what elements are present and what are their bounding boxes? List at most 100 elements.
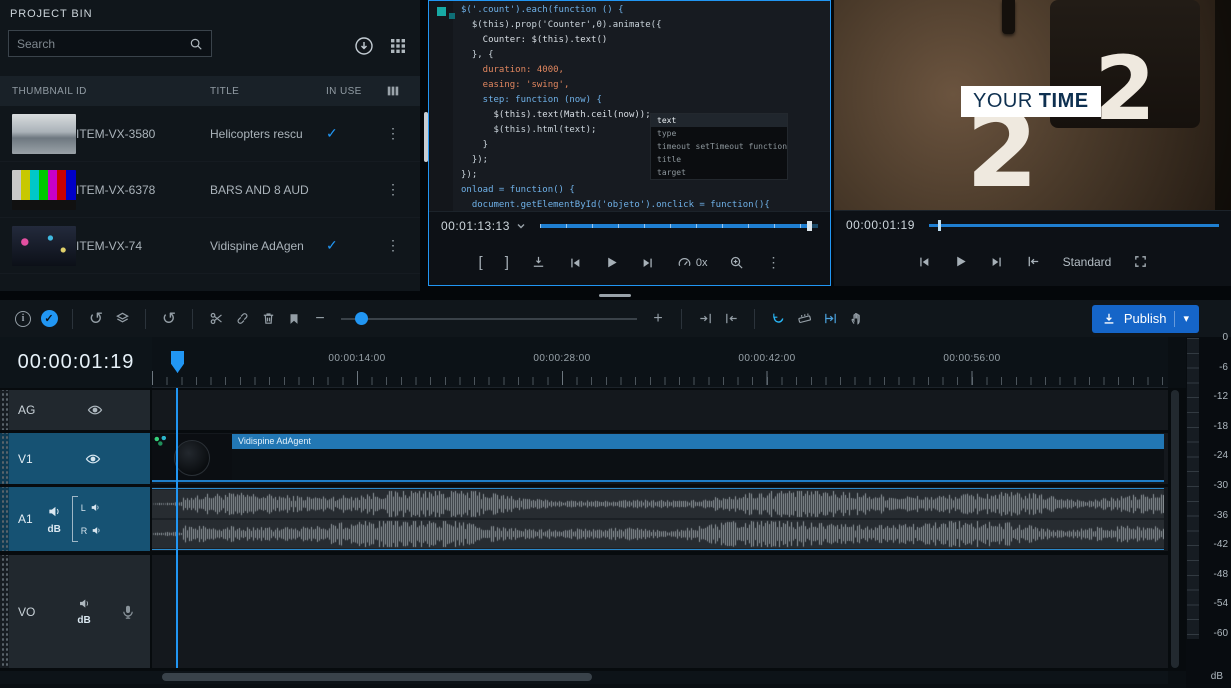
marker-button[interactable] bbox=[281, 307, 307, 331]
panel-divider[interactable] bbox=[0, 291, 1231, 300]
next-frame-button[interactable] bbox=[641, 256, 655, 270]
timeline-horizontal-scrollbar[interactable] bbox=[0, 671, 1168, 684]
channel-left-speaker-icon[interactable] bbox=[90, 502, 101, 513]
publish-caret-icon[interactable]: ▾ bbox=[1183, 312, 1189, 325]
track-label: AG bbox=[18, 403, 35, 417]
source-monitor: $('.count').each(function () { $(this).p… bbox=[428, 0, 831, 286]
track-vo-header[interactable]: VO dB bbox=[0, 555, 150, 668]
play-button[interactable] bbox=[953, 254, 968, 269]
ruler-major-ticks bbox=[152, 371, 1168, 385]
zoom-in-button[interactable] bbox=[729, 255, 744, 270]
microphone-icon[interactable] bbox=[120, 604, 136, 620]
clip-body bbox=[232, 449, 1164, 480]
column-in-use[interactable]: IN USE bbox=[326, 86, 378, 97]
playhead-marker[interactable] bbox=[171, 351, 184, 373]
track-vo-content[interactable] bbox=[152, 555, 1168, 668]
track-v1-content[interactable]: Vidispine AdAgent bbox=[152, 433, 1168, 484]
table-row[interactable]: ITEM-VX-6378 BARS AND 8 AUD ⋮ bbox=[0, 162, 420, 218]
row-menu-icon[interactable]: ⋮ bbox=[378, 237, 408, 254]
track-v1-header[interactable]: V1 bbox=[0, 433, 150, 484]
timeline-video-clip[interactable]: Vidispine AdAgent bbox=[152, 434, 1164, 482]
add-to-timeline-button[interactable] bbox=[531, 255, 546, 270]
unlink-button[interactable] bbox=[229, 307, 255, 331]
column-title[interactable]: TITLE bbox=[210, 86, 326, 97]
gain-db-label[interactable]: dB bbox=[48, 524, 61, 535]
go-to-start-button[interactable] bbox=[917, 255, 931, 269]
cut-button[interactable] bbox=[203, 307, 229, 331]
layers-button[interactable] bbox=[109, 307, 135, 331]
source-scrub-bar[interactable] bbox=[540, 222, 818, 230]
source-scrub-handle[interactable] bbox=[807, 221, 812, 231]
channel-right-speaker-icon[interactable] bbox=[91, 525, 102, 536]
quality-selector[interactable]: Standard bbox=[1063, 255, 1112, 269]
column-thumbnail[interactable]: THUMBNAIL bbox=[0, 86, 76, 97]
timeline-ruler[interactable]: 00:00:14:00 00:00:28:00 00:00:42:00 00:0… bbox=[152, 337, 1168, 388]
bin-table-body: ITEM-VX-3580 Helicopters rescu ✓ ⋮ ITEM-… bbox=[0, 106, 420, 274]
track-ag-header[interactable]: AG bbox=[0, 390, 150, 430]
publish-button[interactable]: Publish ▾ bbox=[1092, 305, 1199, 333]
track-drag-handle[interactable] bbox=[0, 555, 9, 668]
track-a1-header[interactable]: A1 dB L bbox=[0, 487, 150, 551]
visibility-eye-icon[interactable] bbox=[87, 402, 103, 418]
previous-frame-button[interactable] bbox=[568, 256, 582, 270]
track-ag-content[interactable] bbox=[152, 390, 1168, 430]
mark-in-button[interactable]: [ bbox=[479, 254, 483, 271]
approve-button[interactable]: ✓ bbox=[36, 307, 62, 331]
program-scrub-handle[interactable] bbox=[938, 220, 941, 231]
search-input[interactable] bbox=[17, 37, 189, 51]
visibility-eye-icon[interactable] bbox=[85, 451, 101, 467]
import-download-icon[interactable] bbox=[354, 36, 374, 56]
columns-settings-icon[interactable] bbox=[386, 84, 400, 98]
grid-view-icon[interactable] bbox=[390, 38, 406, 54]
zoom-out-button[interactable]: − bbox=[307, 307, 333, 331]
track-drag-handle[interactable] bbox=[0, 390, 9, 430]
overwrite-clip-button[interactable] bbox=[718, 307, 744, 331]
hand-tool-button[interactable] bbox=[843, 307, 869, 331]
track-a1-content[interactable] bbox=[152, 487, 1168, 551]
in-use-check-icon: ✓ bbox=[326, 125, 378, 142]
track-drag-handle[interactable] bbox=[0, 433, 9, 484]
timeline-audio-clip[interactable] bbox=[152, 488, 1164, 550]
source-video-frame[interactable]: $('.count').each(function () { $(this).p… bbox=[429, 1, 830, 211]
timeline-zoom-slider[interactable] bbox=[341, 307, 637, 331]
column-id[interactable]: ID bbox=[76, 86, 210, 97]
clip-pixels bbox=[154, 436, 168, 446]
timecode-chevron-icon[interactable] bbox=[516, 221, 526, 231]
more-options-icon[interactable]: ⋮ bbox=[766, 254, 780, 271]
mute-speaker-icon[interactable] bbox=[47, 504, 62, 519]
program-video-frame[interactable]: 2 2 YOUR TIME bbox=[834, 0, 1231, 210]
undo-button[interactable]: ↺ bbox=[83, 307, 109, 331]
history-button[interactable]: ↺ bbox=[156, 307, 182, 331]
delete-button[interactable] bbox=[255, 307, 281, 331]
table-row[interactable]: ITEM-VX-74 Vidispine AdAgen ✓ ⋮ bbox=[0, 218, 420, 274]
mark-out-button[interactable]: ] bbox=[505, 254, 509, 271]
insert-clip-button[interactable] bbox=[692, 307, 718, 331]
asset-title: Helicopters rescu bbox=[210, 127, 326, 141]
gain-db-label[interactable]: dB bbox=[77, 615, 90, 626]
rotate-tool-button[interactable] bbox=[765, 307, 791, 331]
fullscreen-button[interactable] bbox=[1133, 254, 1148, 269]
scrollbar-thumb[interactable] bbox=[162, 673, 592, 681]
mute-speaker-icon[interactable] bbox=[78, 597, 91, 610]
track-drag-handle[interactable] bbox=[0, 487, 9, 551]
match-frame-button[interactable] bbox=[1026, 254, 1041, 269]
row-menu-icon[interactable]: ⋮ bbox=[378, 125, 408, 142]
search-box[interactable] bbox=[8, 30, 212, 57]
razor-tool-button[interactable] bbox=[791, 307, 817, 331]
bin-actions bbox=[354, 36, 406, 56]
trim-tool-button[interactable] bbox=[817, 307, 843, 331]
zoom-slider-thumb[interactable] bbox=[355, 312, 368, 325]
program-scrub-bar[interactable] bbox=[929, 220, 1219, 231]
play-button[interactable] bbox=[604, 255, 619, 270]
playback-speed-control[interactable]: 0x bbox=[677, 255, 708, 270]
track-v1: V1 Vidispine AdAgent bbox=[0, 433, 1168, 484]
bin-table-header: THUMBNAIL ID TITLE IN USE bbox=[0, 76, 420, 106]
row-menu-icon[interactable]: ⋮ bbox=[378, 181, 408, 198]
go-to-end-button[interactable] bbox=[990, 255, 1004, 269]
ruler-label: 00:00:42:00 bbox=[738, 353, 795, 364]
tracks-vertical-scrollbar[interactable] bbox=[1171, 390, 1179, 668]
zoom-in-button[interactable]: + bbox=[645, 307, 671, 331]
divider-drag-handle[interactable] bbox=[599, 294, 631, 297]
table-row[interactable]: ITEM-VX-3580 Helicopters rescu ✓ ⋮ bbox=[0, 106, 420, 162]
info-button[interactable]: i bbox=[10, 307, 36, 331]
